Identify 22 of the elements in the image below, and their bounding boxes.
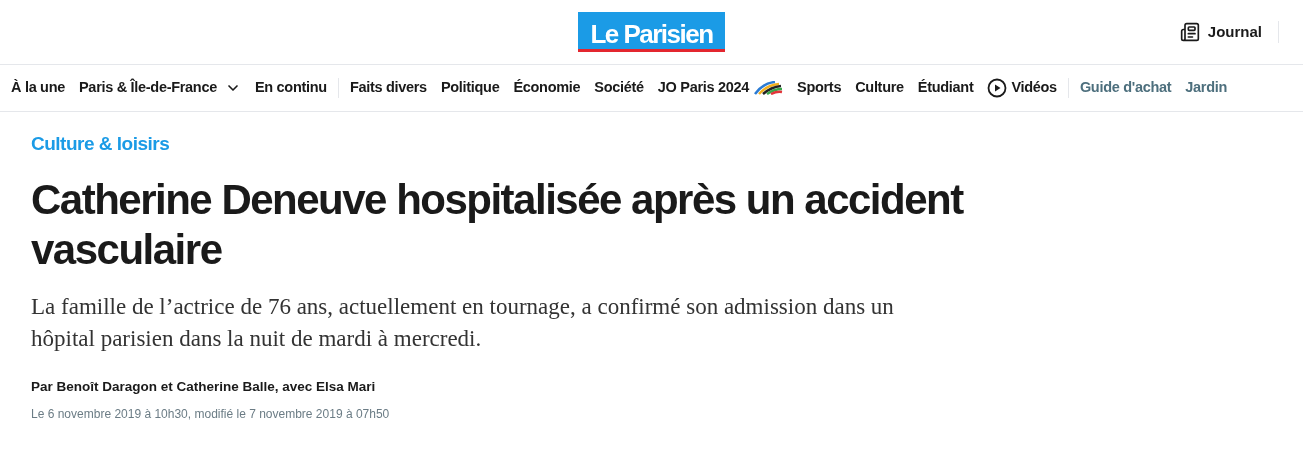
article-subtitle: La famille de l’actrice de 76 ans, actuellement en tournage, a confirmé son admission dans un hôpital parisien dans la nuit de mardi à mercredi. <box>31 292 895 353</box>
nav-link[interactable]: Faits divers <box>342 77 434 99</box>
nav-link[interactable]: Guide d'achat <box>1072 77 1179 99</box>
nav-link[interactable]: JO Paris 2024 <box>650 77 791 99</box>
newspaper-icon <box>1179 22 1200 42</box>
nav-link[interactable]: Vidéos <box>980 77 1064 99</box>
nav-link[interactable]: Étudiant <box>910 77 981 99</box>
flame-icon <box>753 81 784 95</box>
byline: Par Benoît Daragon et Catherine Balle, avec Elsa Mari <box>31 377 377 396</box>
publication-date: Le 6 novembre 2019 à 10h30, modifié le 7 novembre 2019 à 07h50 <box>31 405 391 423</box>
nav-link[interactable]: En continu <box>247 77 334 99</box>
nav-link[interactable]: Paris & Île-de-France <box>72 77 248 99</box>
article-title: Catherine Deneuve hospitalisée après un accident vasculaire <box>31 174 965 275</box>
nav-link[interactable]: Économie <box>506 77 588 99</box>
nav-link[interactable]: Politique <box>433 77 507 99</box>
journal-link[interactable]: Journal <box>1179 20 1279 44</box>
nav-link[interactable]: Sports <box>790 77 849 99</box>
nav-link[interactable]: À la une <box>4 77 72 99</box>
nav-link[interactable]: Société <box>587 77 651 99</box>
nav-link[interactable]: Culture <box>848 77 911 99</box>
play-icon <box>987 78 1008 98</box>
nav-link[interactable]: Jardin <box>1178 77 1234 99</box>
